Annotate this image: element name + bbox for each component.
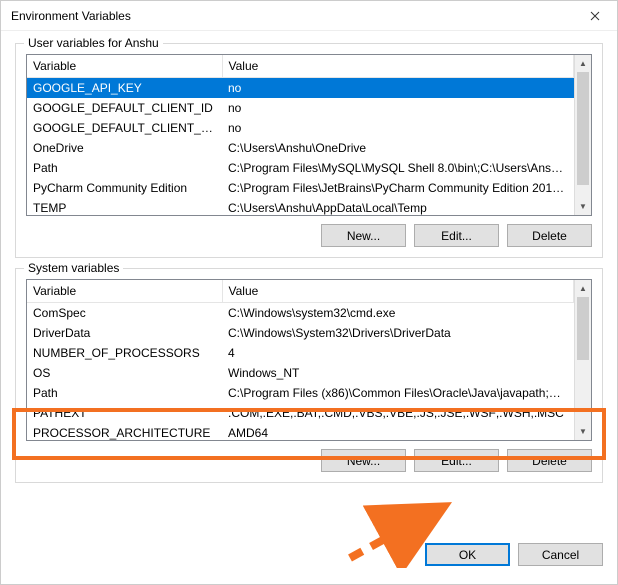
system-variables-table[interactable]: Variable Value ComSpecC:\Windows\system3… [26,279,592,441]
dialog-buttons: OK Cancel [1,537,617,584]
cell-value: AMD64 [222,423,574,440]
cell-value: C:\Program Files\JetBrains\PyCharm Commu… [222,178,574,198]
cell-value: C:\Windows\system32\cmd.exe [222,303,574,324]
table-row[interactable]: NUMBER_OF_PROCESSORS4 [27,343,574,363]
cell-variable: OneDrive [27,138,222,158]
cell-variable: OS [27,363,222,383]
cell-variable: GOOGLE_API_KEY [27,78,222,99]
cell-variable: GOOGLE_DEFAULT_CLIENT_ID [27,98,222,118]
cell-variable: TEMP [27,198,222,215]
user-variables-group: User variables for Anshu Variable Value … [15,43,603,258]
system-delete-button[interactable]: Delete [507,449,592,472]
cell-variable: PyCharm Community Edition [27,178,222,198]
system-new-button[interactable]: New... [321,449,406,472]
cell-value: C:\Program Files\MySQL\MySQL Shell 8.0\b… [222,158,574,178]
cell-variable: Path [27,158,222,178]
table-row[interactable]: OSWindows_NT [27,363,574,383]
table-header: Variable Value [27,55,574,78]
scroll-up-icon[interactable]: ▲ [575,280,591,297]
dialog-content: User variables for Anshu Variable Value … [1,31,617,537]
scroll-thumb[interactable] [577,297,589,360]
table-row[interactable]: ComSpecC:\Windows\system32\cmd.exe [27,303,574,324]
cell-value: Windows_NT [222,363,574,383]
col-variable[interactable]: Variable [27,280,222,303]
scroll-down-icon[interactable]: ▼ [575,198,591,215]
cell-value: .COM;.EXE;.BAT;.CMD;.VBS;.VBE;.JS;.JSE;.… [222,403,574,423]
table-row[interactable]: PathC:\Program Files (x86)\Common Files\… [27,383,574,403]
user-new-button[interactable]: New... [321,224,406,247]
table-row[interactable]: TEMPC:\Users\Anshu\AppData\Local\Temp [27,198,574,215]
titlebar: Environment Variables [1,1,617,31]
cell-value: C:\Windows\System32\Drivers\DriverData [222,323,574,343]
close-icon [590,11,600,21]
cell-value: 4 [222,343,574,363]
cell-variable: ComSpec [27,303,222,324]
cell-variable: NUMBER_OF_PROCESSORS [27,343,222,363]
cell-variable: DriverData [27,323,222,343]
scrollbar[interactable]: ▲ ▼ [574,280,591,440]
table-row[interactable]: PROCESSOR_ARCHITECTUREAMD64 [27,423,574,440]
system-buttons: New... Edit... Delete [26,449,592,472]
user-group-title: User variables for Anshu [24,36,163,50]
cancel-button[interactable]: Cancel [518,543,603,566]
table-row[interactable]: OneDriveC:\Users\Anshu\OneDrive [27,138,574,158]
table-row[interactable]: PATHEXT.COM;.EXE;.BAT;.CMD;.VBS;.VBE;.JS… [27,403,574,423]
system-variables-group: System variables Variable Value ComSpecC… [15,268,603,483]
system-group-title: System variables [24,261,123,275]
scroll-track[interactable] [575,297,591,423]
env-vars-dialog: Environment Variables User variables for… [0,0,618,585]
cell-value: no [222,78,574,99]
cell-variable: GOOGLE_DEFAULT_CLIENT_S... [27,118,222,138]
cell-value: no [222,118,574,138]
col-variable[interactable]: Variable [27,55,222,78]
col-value[interactable]: Value [222,55,574,78]
table-row[interactable]: GOOGLE_DEFAULT_CLIENT_S...no [27,118,574,138]
table-row[interactable]: DriverDataC:\Windows\System32\Drivers\Dr… [27,323,574,343]
user-delete-button[interactable]: Delete [507,224,592,247]
scroll-down-icon[interactable]: ▼ [575,423,591,440]
system-edit-button[interactable]: Edit... [414,449,499,472]
cell-value: C:\Program Files (x86)\Common Files\Orac… [222,383,574,403]
table-row[interactable]: GOOGLE_API_KEYno [27,78,574,99]
close-button[interactable] [572,1,617,31]
cell-variable: PROCESSOR_ARCHITECTURE [27,423,222,440]
cell-variable: PATHEXT [27,403,222,423]
scrollbar[interactable]: ▲ ▼ [574,55,591,215]
user-buttons: New... Edit... Delete [26,224,592,247]
window-title: Environment Variables [11,9,131,23]
cell-value: no [222,98,574,118]
scroll-thumb[interactable] [577,72,589,185]
table-row[interactable]: PyCharm Community EditionC:\Program File… [27,178,574,198]
scroll-track[interactable] [575,72,591,198]
cell-value: C:\Users\Anshu\OneDrive [222,138,574,158]
cell-variable: Path [27,383,222,403]
table-header: Variable Value [27,280,574,303]
user-edit-button[interactable]: Edit... [414,224,499,247]
ok-button[interactable]: OK [425,543,510,566]
table-row[interactable]: GOOGLE_DEFAULT_CLIENT_IDno [27,98,574,118]
table-row[interactable]: PathC:\Program Files\MySQL\MySQL Shell 8… [27,158,574,178]
col-value[interactable]: Value [222,280,574,303]
scroll-up-icon[interactable]: ▲ [575,55,591,72]
cell-value: C:\Users\Anshu\AppData\Local\Temp [222,198,574,215]
user-variables-table[interactable]: Variable Value GOOGLE_API_KEYnoGOOGLE_DE… [26,54,592,216]
